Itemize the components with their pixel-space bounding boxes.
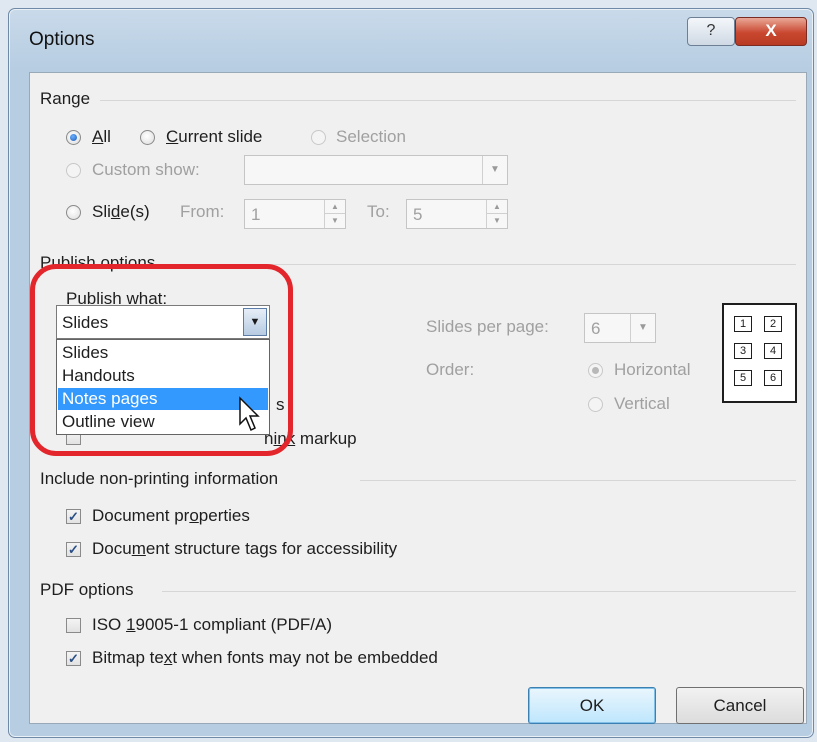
radio-selection-label[interactable]: Selection — [336, 127, 406, 147]
iso-compliant-checkbox[interactable] — [66, 618, 81, 633]
close-icon: X — [765, 21, 777, 40]
checkmark-icon: ✓ — [68, 542, 79, 557]
nonprinting-divider — [360, 480, 796, 481]
radio-slides[interactable] — [66, 205, 81, 220]
slides-per-page-select[interactable]: 6 ▼ — [584, 313, 656, 343]
chevron-down-icon[interactable]: ▼ — [630, 314, 655, 342]
document-structure-tags-checkbox[interactable]: ✓ — [66, 542, 81, 557]
preview-cell-2: 2 — [764, 316, 782, 332]
close-button[interactable]: X — [735, 17, 807, 46]
preview-cell-4: 4 — [764, 343, 782, 359]
range-heading: Range — [40, 89, 91, 108]
pdf-options-heading: PDF options — [40, 580, 134, 599]
spin-up-icon[interactable]: ▲ — [325, 200, 345, 214]
from-spin-arrows[interactable]: ▲ ▼ — [324, 200, 345, 228]
pdf-options-divider — [162, 591, 796, 592]
radio-slides-label[interactable]: Slide(s) — [92, 202, 150, 222]
spin-up-icon[interactable]: ▲ — [487, 200, 507, 214]
help-button[interactable]: ? — [687, 17, 735, 46]
slides-per-page-value: 6 — [591, 319, 601, 338]
publish-divider — [196, 264, 796, 265]
to-spinner[interactable]: 5 ▲ ▼ — [406, 199, 508, 229]
radio-custom-show[interactable] — [66, 163, 81, 178]
annotation-highlight — [30, 264, 293, 456]
help-icon: ? — [706, 22, 716, 39]
radio-selection[interactable] — [311, 130, 326, 145]
from-value: 1 — [251, 205, 261, 224]
slides-per-page-preview: 1 2 3 4 5 6 — [722, 303, 797, 403]
bitmap-text-label[interactable]: Bitmap text when fonts may not be embedd… — [92, 648, 438, 668]
ok-button[interactable]: OK — [528, 687, 656, 724]
spin-down-icon[interactable]: ▼ — [325, 214, 345, 227]
radio-horizontal[interactable] — [588, 363, 603, 378]
iso-compliant-label[interactable]: ISO 19005-1 compliant (PDF/A) — [92, 615, 332, 635]
bitmap-text-checkbox[interactable]: ✓ — [66, 651, 81, 666]
cancel-button[interactable]: Cancel — [676, 687, 804, 724]
order-label: Order: — [426, 360, 475, 379]
radio-all[interactable] — [66, 130, 81, 145]
radio-vertical[interactable] — [588, 397, 603, 412]
spin-down-icon[interactable]: ▼ — [487, 214, 507, 227]
chevron-down-icon[interactable]: ▼ — [482, 156, 507, 184]
custom-show-select[interactable]: ▼ — [244, 155, 508, 185]
radio-horizontal-label[interactable]: Horizontal — [614, 360, 691, 380]
preview-cell-6: 6 — [764, 370, 782, 386]
to-label: To: — [367, 202, 390, 221]
preview-cell-3: 3 — [734, 343, 752, 359]
to-value: 5 — [413, 205, 423, 224]
from-label: From: — [180, 202, 225, 221]
preview-cell-5: 5 — [734, 370, 752, 386]
radio-all-label[interactable]: All — [92, 127, 111, 147]
slides-per-page-label: Slides per page: — [426, 317, 549, 336]
radio-vertical-label[interactable]: Vertical — [614, 394, 670, 414]
radio-current-slide[interactable] — [140, 130, 155, 145]
nonprinting-heading: Include non-printing information — [40, 469, 279, 488]
document-properties-label[interactable]: Document properties — [92, 506, 250, 526]
preview-cell-1: 1 — [734, 316, 752, 332]
to-spin-arrows[interactable]: ▲ ▼ — [486, 200, 507, 228]
document-structure-tags-label[interactable]: Document structure tags for accessibilit… — [92, 539, 397, 559]
custom-show-label[interactable]: Custom show: — [92, 160, 200, 180]
document-properties-checkbox[interactable]: ✓ — [66, 509, 81, 524]
title-bar[interactable]: Options ? X — [9, 9, 813, 71]
range-divider — [100, 100, 796, 101]
from-spinner[interactable]: 1 ▲ ▼ — [244, 199, 346, 229]
dialog-title: Options — [29, 29, 95, 50]
checkmark-icon: ✓ — [68, 651, 79, 666]
checkmark-icon: ✓ — [68, 509, 79, 524]
radio-current-slide-label[interactable]: Current slide — [166, 127, 262, 147]
